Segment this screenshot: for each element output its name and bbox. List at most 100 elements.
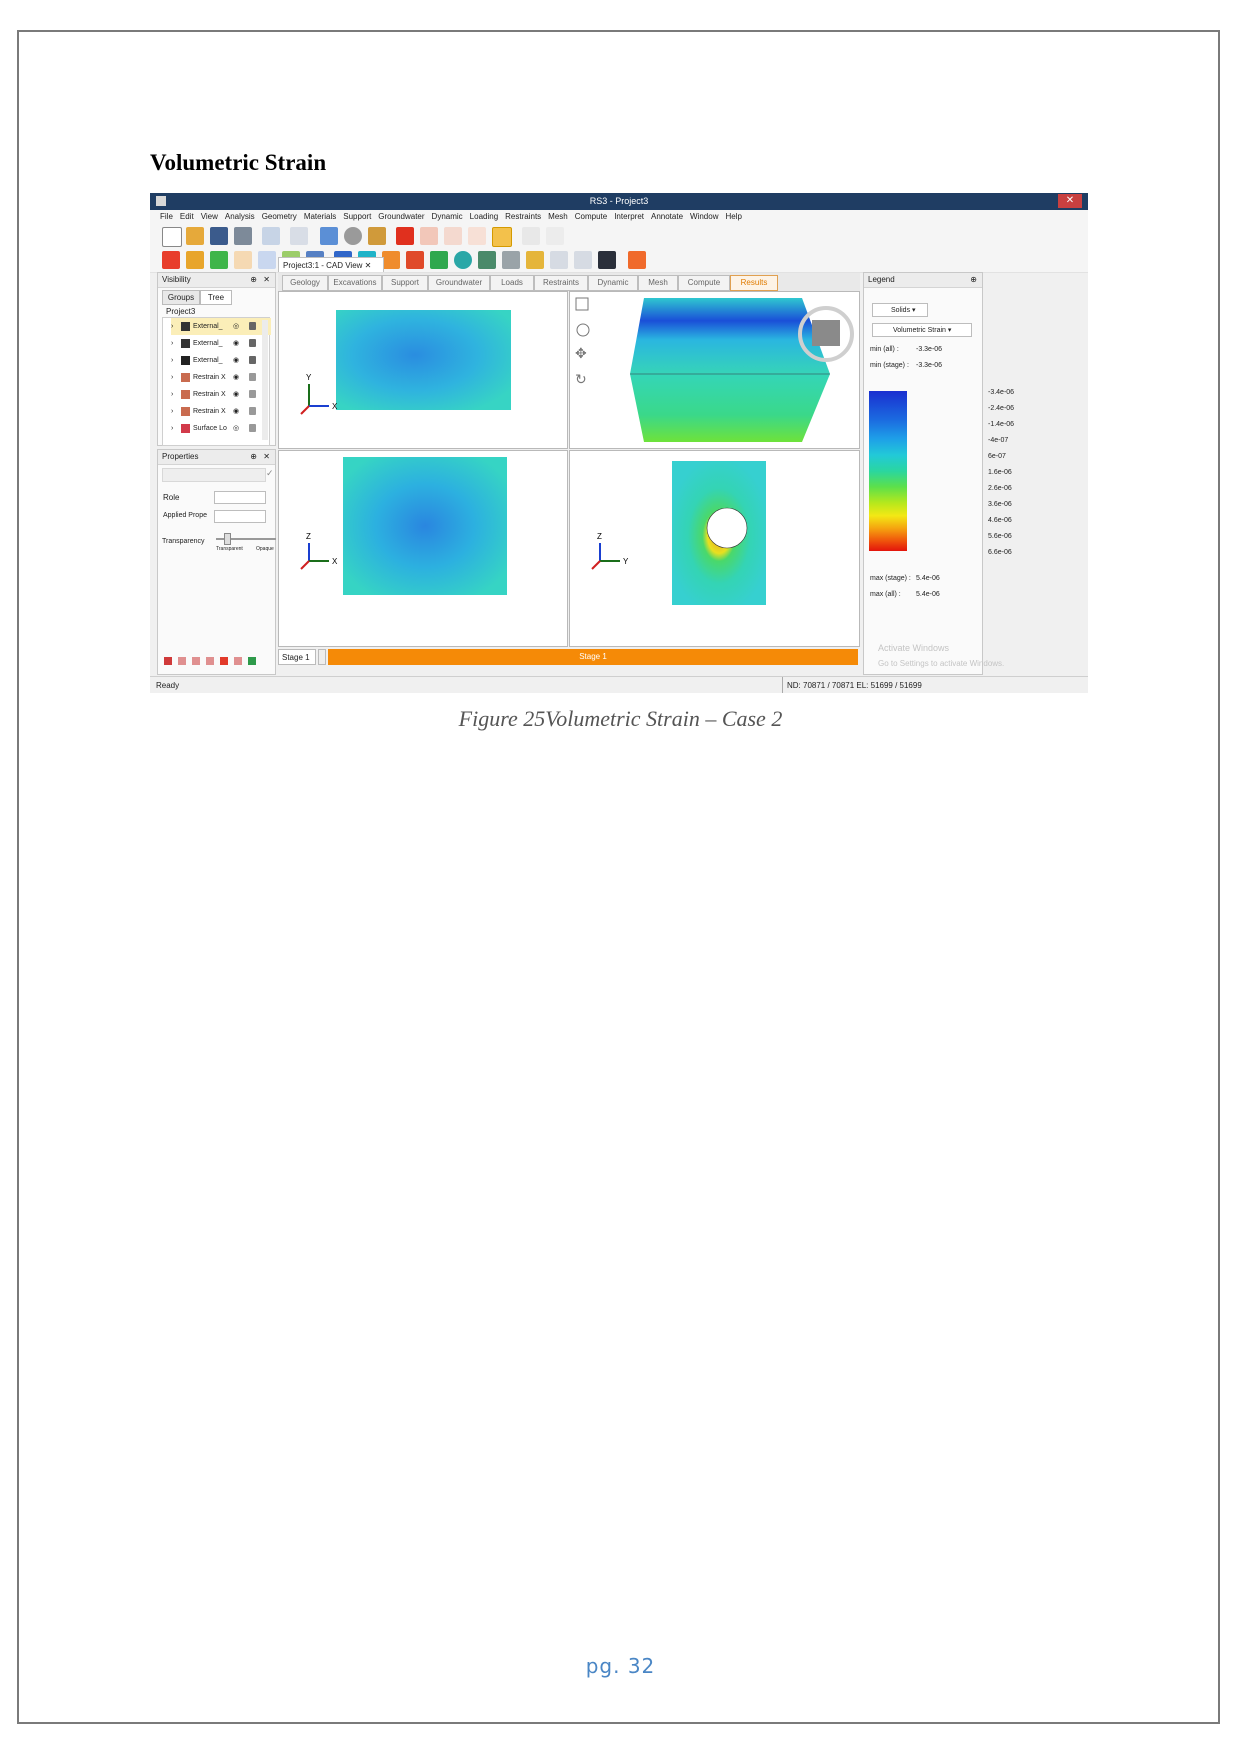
contour-box-icon[interactable] <box>162 251 180 269</box>
project-settings-icon[interactable] <box>368 227 386 245</box>
visibility-eye-icon[interactable]: ◉ <box>233 403 239 420</box>
tree-item[interactable]: › Restrain X ◉ <box>171 369 271 386</box>
slider-handle[interactable] <box>224 533 231 545</box>
check-icon[interactable]: ✓ <box>266 468 274 479</box>
grid-view-icon[interactable] <box>320 227 338 245</box>
tree-item[interactable]: › Surface Lo ◎ <box>171 420 271 437</box>
solid-icon[interactable] <box>220 657 228 665</box>
settings-gear-icon[interactable] <box>344 227 362 245</box>
restraint-2-icon[interactable] <box>178 657 186 665</box>
graph-2-icon[interactable] <box>574 251 592 269</box>
workflow-step-geology[interactable]: Geology <box>282 275 328 291</box>
undo-icon[interactable] <box>262 227 280 245</box>
tab-tree[interactable]: Tree <box>200 290 232 305</box>
new-file-icon[interactable] <box>162 227 182 247</box>
outline-icon[interactable] <box>444 227 462 245</box>
viewport-plan-xy[interactable]: Y X <box>278 291 568 449</box>
zoom-extents-icon[interactable] <box>575 297 589 311</box>
excavation-icon[interactable] <box>478 251 496 269</box>
open-folder-icon[interactable] <box>186 227 204 245</box>
viewport-3d[interactable]: ✥ ↻ <box>569 291 860 449</box>
workflow-step-loads[interactable]: Loads <box>490 275 534 291</box>
tab-groups[interactable]: Groups <box>162 290 200 305</box>
workflow-step-groundwater[interactable]: Groundwater <box>428 275 490 291</box>
visibility-eye-icon[interactable]: ◎ <box>233 318 239 335</box>
menu-help[interactable]: Help <box>725 210 741 224</box>
redo-icon[interactable] <box>290 227 308 245</box>
visibility-eye-icon[interactable]: ◉ <box>233 335 239 352</box>
restraint-3-icon[interactable] <box>192 657 200 665</box>
visibility-eye-icon[interactable]: ◎ <box>233 420 239 437</box>
select-pointer-icon[interactable] <box>522 227 540 245</box>
selected-box-icon[interactable] <box>492 227 512 247</box>
hand-pan-icon[interactable] <box>598 251 616 269</box>
quantity-dropdown[interactable]: Volumetric Strain ▾ <box>872 323 972 337</box>
transparent-view-icon[interactable] <box>468 227 486 245</box>
pin-icon[interactable]: ⊕ <box>250 450 257 464</box>
lock-icon[interactable] <box>249 339 256 347</box>
workflow-step-support[interactable]: Support <box>382 275 428 291</box>
stage-selector[interactable]: Stage 1 <box>278 649 316 665</box>
menu-file[interactable]: File <box>160 210 173 224</box>
translucent-box-icon[interactable] <box>234 251 252 269</box>
menu-analysis[interactable]: Analysis <box>225 210 255 224</box>
menu-compute[interactable]: Compute <box>575 210 607 224</box>
workflow-step-dynamic[interactable]: Dynamic <box>588 275 638 291</box>
menu-groundwater[interactable]: Groundwater <box>378 210 424 224</box>
save-icon[interactable] <box>210 227 228 245</box>
menu-dynamic[interactable]: Dynamic <box>432 210 463 224</box>
tree-item[interactable]: › External_ ◎ <box>171 318 271 335</box>
query-point-icon[interactable] <box>526 251 544 269</box>
close-tab-icon[interactable]: ✕ <box>365 261 372 270</box>
trash-icon[interactable] <box>249 407 256 415</box>
restraint-4-icon[interactable] <box>206 657 214 665</box>
flag-icon[interactable] <box>628 251 646 269</box>
red-restraint-icon[interactable] <box>164 657 172 665</box>
menu-loading[interactable]: Loading <box>470 210 498 224</box>
workflow-step-excavations[interactable]: Excavations <box>328 275 382 291</box>
delete-icon[interactable] <box>546 227 564 245</box>
zoom-icon[interactable] <box>576 323 590 337</box>
visibility-eye-icon[interactable]: ◉ <box>233 369 239 386</box>
menu-geometry[interactable]: Geometry <box>262 210 297 224</box>
red-box-icon[interactable] <box>406 251 424 269</box>
menu-view[interactable]: View <box>201 210 218 224</box>
trash-icon[interactable] <box>249 424 256 432</box>
lock-icon[interactable] <box>249 356 256 364</box>
workflow-step-mesh[interactable]: Mesh <box>638 275 678 291</box>
menu-support[interactable]: Support <box>343 210 371 224</box>
solid-view-icon[interactable] <box>396 227 414 245</box>
menu-window[interactable]: Window <box>690 210 718 224</box>
print-icon[interactable] <box>234 227 252 245</box>
role-select[interactable] <box>214 491 266 504</box>
slice-plane-icon[interactable] <box>258 251 276 269</box>
green-solid-icon[interactable] <box>248 657 256 665</box>
viewport-section-yz[interactable]: Z Y <box>569 450 860 647</box>
green-box-icon[interactable] <box>430 251 448 269</box>
stage-dropdown-icon[interactable] <box>318 649 326 665</box>
solids-dropdown[interactable]: Solids ▾ <box>872 303 928 317</box>
view-cube-icon[interactable] <box>812 320 840 346</box>
menu-materials[interactable]: Materials <box>304 210 336 224</box>
tree-item[interactable]: › External_ ◉ <box>171 335 271 352</box>
menu-interpret[interactable]: Interpret <box>614 210 644 224</box>
restraint-5-icon[interactable] <box>234 657 242 665</box>
name-field[interactable] <box>162 468 266 482</box>
graph-icon[interactable] <box>550 251 568 269</box>
visibility-eye-icon[interactable]: ◉ <box>233 352 239 369</box>
stage-progress-bar[interactable]: Stage 1 <box>328 649 858 665</box>
workflow-step-compute[interactable]: Compute <box>678 275 730 291</box>
close-button[interactable]: ✕ <box>1058 194 1082 208</box>
tunnel-icon[interactable] <box>502 251 520 269</box>
visibility-eye-icon[interactable]: ◉ <box>233 386 239 403</box>
contour-box-2-icon[interactable] <box>186 251 204 269</box>
trash-icon[interactable] <box>249 390 256 398</box>
menu-mesh[interactable]: Mesh <box>548 210 568 224</box>
lock-icon[interactable] <box>249 322 256 330</box>
close-panel-icon[interactable]: ✕ <box>263 450 270 464</box>
menu-restraints[interactable]: Restraints <box>505 210 541 224</box>
tree-item[interactable]: › External_ ◉ <box>171 352 271 369</box>
sphere-icon[interactable] <box>454 251 472 269</box>
tree-item[interactable]: › Restrain X ◉ <box>171 403 271 420</box>
orange-box-icon[interactable] <box>382 251 400 269</box>
